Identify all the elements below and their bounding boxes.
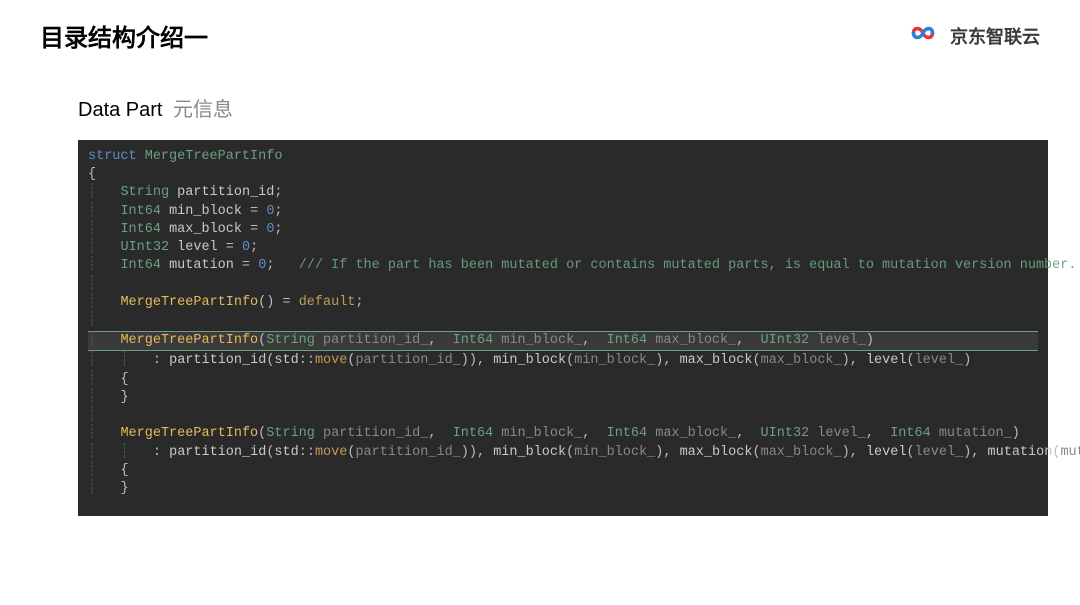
brand: 京东智联云: [904, 21, 1040, 50]
subtitle-sub: 元信息: [173, 99, 233, 121]
header: 目录结构介绍一 京东智联云: [0, 0, 1080, 63]
page-title: 目录结构介绍一: [40, 18, 208, 53]
highlighted-line: ┊ MergeTreePartInfo(String partition_id_…: [88, 331, 1038, 351]
brand-text: 京东智联云: [950, 23, 1040, 49]
brand-logo-icon: [904, 21, 942, 50]
subtitle-main: Data Part: [78, 99, 162, 121]
subtitle: Data Part 元信息: [0, 63, 1080, 140]
code-block: struct MergeTreePartInfo { ┊ String part…: [78, 140, 1048, 516]
